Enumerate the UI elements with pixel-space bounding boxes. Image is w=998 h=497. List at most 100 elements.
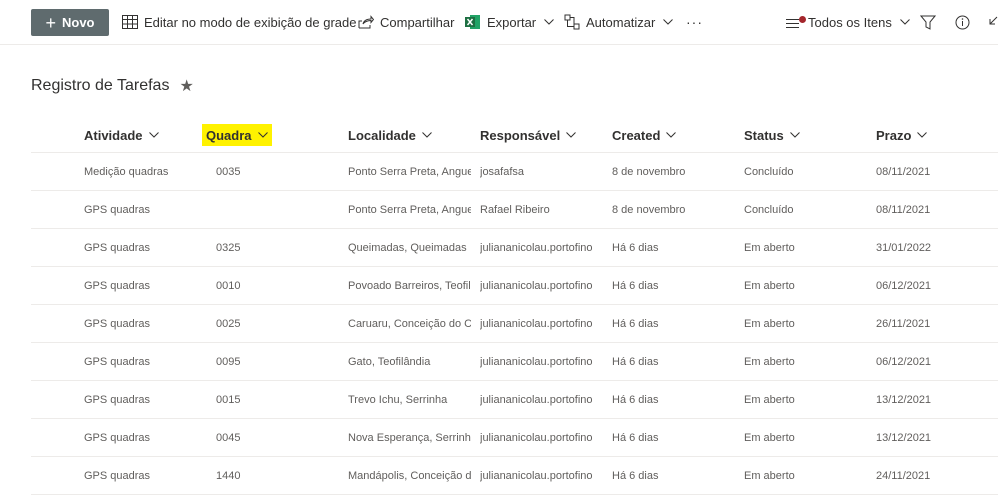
table-row[interactable]: GPS quadras 0325 Queimadas, Queimadas ju…: [31, 229, 998, 267]
cell-atividade: GPS quadras: [84, 204, 151, 216]
more-options-button[interactable]: ···: [686, 12, 703, 32]
column-header-label: Atividade: [84, 127, 143, 143]
table-row[interactable]: GPS quadras 1440 Mandápolis, Conceição d…: [31, 457, 998, 495]
cell-prazo: 24/11/2021: [876, 470, 931, 482]
cell-prazo: 31/01/2022: [876, 242, 932, 254]
cell-localidade: Povoado Barreiros, Teofilândia: [348, 280, 471, 292]
cell-created: Há 6 dias: [612, 394, 659, 406]
cell-quadra: 0015: [216, 394, 241, 406]
cell-quadra: 0035: [216, 166, 241, 178]
edit-grid-view-button[interactable]: Editar no modo de exibição de grade: [122, 12, 356, 32]
collapse-button[interactable]: [986, 12, 998, 32]
table-row[interactable]: GPS quadras 0015 Trevo Ichu, Serrinha ju…: [31, 381, 998, 419]
table-row[interactable]: GPS quadras 0045 Nova Esperança, Serrinh…: [31, 419, 998, 457]
table-row[interactable]: GPS quadras 0025 Caruaru, Conceição do C…: [31, 305, 998, 343]
table-row[interactable]: GPS quadras 0010 Povoado Barreiros, Teof…: [31, 267, 998, 305]
cell-status: Em aberto: [744, 318, 795, 330]
cell-responsavel: juliananicolau.portofino: [480, 318, 593, 330]
chevron-down-icon: [789, 132, 800, 138]
column-header-label: Responsável: [480, 127, 561, 143]
cell-localidade: Mandápolis, Conceição do Coité: [348, 470, 471, 482]
table-row[interactable]: GPS quadras 0095 Gato, Teofilândia julia…: [31, 343, 998, 381]
cell-created: Há 6 dias: [612, 470, 659, 482]
cell-status: Em aberto: [744, 242, 795, 254]
cell-status: Em aberto: [744, 394, 795, 406]
column-header-localidade[interactable]: Localidade: [348, 117, 432, 153]
cell-status: Em aberto: [744, 432, 795, 444]
view-list-icon: [786, 15, 806, 29]
chevron-down-icon: [257, 132, 268, 138]
column-header-label: Prazo: [876, 127, 912, 143]
view-selector[interactable]: Todos os Itens: [786, 12, 916, 32]
edit-grid-view-label: Editar no modo de exibição de grade: [144, 14, 357, 30]
new-button[interactable]: + Novo: [31, 9, 109, 36]
cell-atividade: GPS quadras: [84, 432, 151, 444]
cell-responsavel: juliananicolau.portofino: [480, 432, 593, 444]
cell-atividade: GPS quadras: [84, 394, 151, 406]
notification-dot: [799, 16, 806, 23]
cell-responsavel: juliananicolau.portofino: [480, 394, 593, 406]
table-row[interactable]: Medição quadras 0035 Ponto Serra Preta, …: [31, 153, 998, 191]
cell-quadra: 0045: [216, 432, 241, 444]
cell-prazo: 06/12/2021: [876, 280, 932, 292]
info-button[interactable]: [955, 12, 976, 32]
chevron-down-icon: [663, 19, 674, 25]
column-header-label: Status: [744, 127, 784, 143]
filter-icon: [920, 15, 936, 30]
column-header-quadra[interactable]: Quadra: [202, 124, 272, 146]
chevron-down-icon: [422, 132, 432, 138]
cell-atividade: GPS quadras: [84, 280, 151, 292]
cell-localidade: Caruaru, Conceição do Coité: [348, 318, 471, 330]
cell-created: Há 6 dias: [612, 432, 659, 444]
cell-created: Há 6 dias: [612, 242, 659, 254]
cell-created: Há 6 dias: [612, 356, 659, 368]
column-header-created[interactable]: Created: [612, 117, 677, 153]
cell-status: Em aberto: [744, 470, 795, 482]
chevron-down-icon: [566, 132, 577, 138]
command-bar-divider: [0, 44, 998, 45]
cell-prazo: 06/12/2021: [876, 356, 932, 368]
automate-icon: [564, 14, 580, 30]
column-header-atividade[interactable]: Atividade: [84, 117, 159, 153]
cell-responsavel: Rafael Ribeiro: [480, 204, 550, 216]
column-header-label: Quadra: [206, 127, 252, 143]
cell-localidade: Ponto Serra Preta, Anguera: [348, 166, 471, 178]
cell-atividade: Medição quadras: [84, 166, 169, 178]
view-label: Todos os Itens: [808, 14, 892, 30]
cell-atividade: GPS quadras: [84, 318, 151, 330]
column-header-label: Localidade: [348, 127, 416, 143]
automate-button[interactable]: Automatizar: [564, 12, 679, 32]
column-header-responsavel[interactable]: Responsável: [480, 117, 577, 153]
export-label: Exportar: [487, 14, 537, 30]
cell-responsavel: juliananicolau.portofino: [480, 356, 593, 368]
cell-prazo: 08/11/2021: [876, 204, 931, 216]
cell-quadra: [216, 191, 344, 229]
chevron-down-icon: [148, 132, 159, 138]
cell-localidade: Trevo Ichu, Serrinha: [348, 394, 448, 406]
automate-label: Automatizar: [586, 14, 656, 30]
cell-responsavel: juliananicolau.portofino: [480, 280, 593, 292]
filter-button[interactable]: [920, 12, 942, 32]
cell-localidade: Queimadas, Queimadas: [348, 242, 467, 254]
cell-status: Em aberto: [744, 356, 795, 368]
cell-atividade: GPS quadras: [84, 356, 151, 368]
cell-prazo: 26/11/2021: [876, 318, 931, 330]
favorite-star-icon[interactable]: ★: [179, 76, 193, 96]
cell-prazo: 13/12/2021: [876, 394, 932, 406]
cell-quadra: 0025: [216, 318, 241, 330]
share-button[interactable]: Compartilhar: [358, 12, 454, 32]
table-row[interactable]: GPS quadras Ponto Serra Preta, Anguera R…: [31, 191, 998, 229]
export-button[interactable]: Exportar: [465, 12, 560, 32]
chevron-down-icon: [544, 19, 554, 25]
more-icon: ···: [686, 14, 703, 30]
column-header-prazo[interactable]: Prazo: [876, 117, 928, 153]
cell-atividade: GPS quadras: [84, 470, 151, 482]
cell-localidade: Nova Esperança, Serrinha: [348, 432, 471, 444]
column-header-status[interactable]: Status: [744, 117, 800, 153]
cell-created: 8 de novembro: [612, 204, 686, 216]
cell-responsavel: juliananicolau.portofino: [480, 242, 593, 254]
cell-localidade: Gato, Teofilândia: [348, 356, 431, 368]
cell-quadra: 0010: [216, 280, 241, 292]
cell-created: Há 6 dias: [612, 318, 659, 330]
chevron-down-icon: [666, 132, 677, 138]
